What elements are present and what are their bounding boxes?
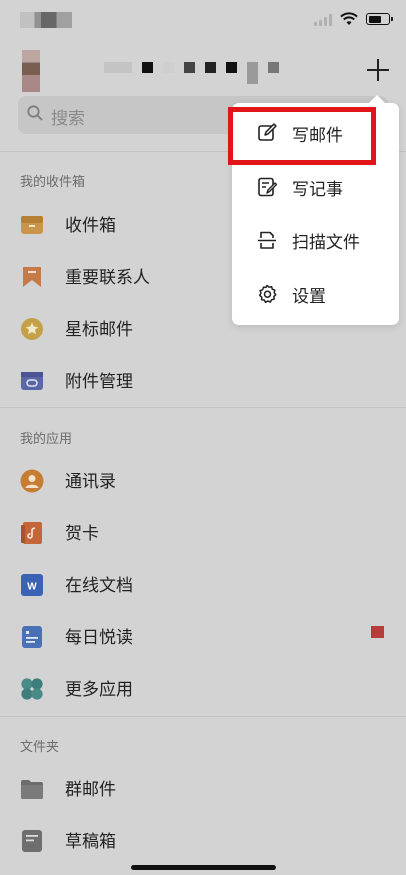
battery-icon [366,13,393,25]
more-apps-icon [21,678,43,700]
home-indicator [131,865,276,870]
popup-item-settings[interactable]: 设置 [232,268,399,322]
search-placeholder: 搜索 [51,109,85,129]
header [0,44,406,96]
menu-item-label: 群邮件 [65,780,116,800]
account-name-blurred[interactable] [104,62,279,84]
section-title-folders: 文件夹 [20,740,60,755]
inbox-icon [21,216,43,234]
popup-item-label: 扫描文件 [292,233,360,253]
note-icon [258,177,277,197]
status-icons [314,12,393,26]
menu-item-label: 贺卡 [65,524,99,544]
menu-item-online-docs[interactable]: W 在线文档 [0,558,406,610]
unread-badge [371,626,384,638]
menu-item-label: 星标邮件 [65,320,133,340]
folder-icon [21,780,43,799]
highlight-box [228,107,376,165]
search-icon [27,105,43,121]
svg-text:W: W [27,582,37,593]
menu-item-attachments[interactable]: 附件管理 [0,354,406,406]
bookmark-icon [23,267,41,287]
menu-item-label: 收件箱 [65,216,116,236]
menu-item-label: 每日悦读 [65,628,133,648]
section-title-inbox: 我的收件箱 [20,175,86,190]
reading-icon [22,626,42,648]
popup-item-label: 写记事 [292,180,343,200]
menu-item-more-apps[interactable]: 更多应用 [0,662,406,714]
status-time-blurred [20,12,72,28]
wifi-icon [340,12,358,25]
add-button[interactable] [364,56,392,84]
menu-item-group-mail[interactable]: 群邮件 [0,762,406,814]
status-bar [0,0,406,44]
scan-icon [258,231,276,249]
greeting-card-icon [21,522,42,544]
settings-icon [258,284,277,304]
avatar[interactable] [22,50,40,92]
menu-item-label: 更多应用 [65,680,133,700]
menu-item-daily-reading[interactable]: 每日悦读 [0,610,406,662]
document-icon: W [21,574,43,596]
menu-item-label: 通讯录 [65,472,116,492]
contacts-icon [20,469,44,493]
menu-item-drafts[interactable]: 草稿箱 [0,814,406,866]
menu-item-label: 在线文档 [65,576,133,596]
menu-item-contacts[interactable]: 通讯录 [0,454,406,506]
divider [0,716,406,717]
signal-icon [314,12,332,26]
section-title-apps: 我的应用 [20,432,73,447]
menu-item-label: 重要联系人 [65,268,150,288]
attachment-icon [21,372,43,390]
drafts-icon [22,830,42,852]
popup-item-note[interactable]: 写记事 [232,161,399,215]
menu-item-label: 草稿箱 [65,832,116,852]
menu-item-label: 附件管理 [65,372,133,392]
divider [0,407,406,408]
popup-item-scan[interactable]: 扫描文件 [232,214,399,268]
menu-item-greeting-card[interactable]: 贺卡 [0,506,406,558]
star-icon [21,318,43,340]
popup-item-label: 设置 [292,287,326,307]
